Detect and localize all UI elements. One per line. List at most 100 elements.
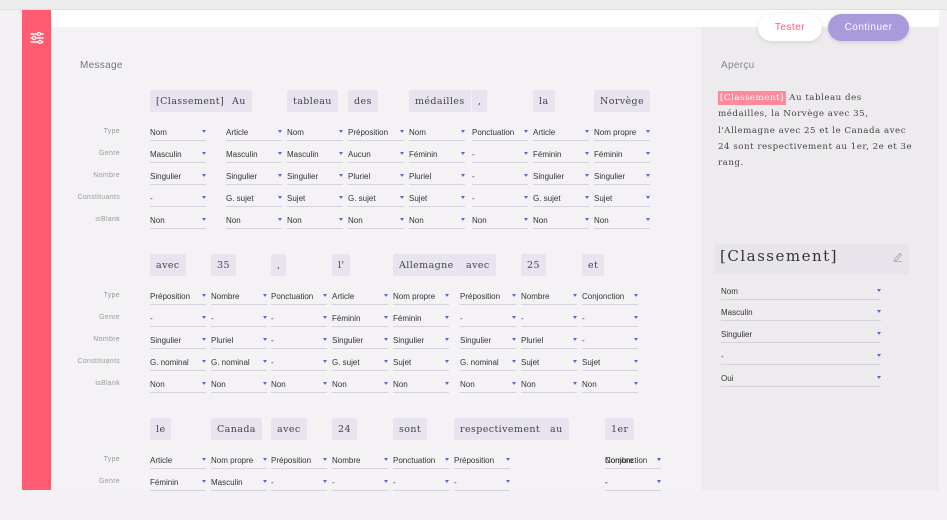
constituant-select[interactable]: G. sujet	[533, 191, 589, 207]
genre-select[interactable]: -	[605, 475, 661, 491]
constituant-select[interactable]: Sujet	[409, 191, 465, 207]
filter-menu-icon[interactable]	[30, 32, 44, 44]
isblank-select[interactable]: Non	[393, 377, 449, 393]
constituant-select[interactable]: G. sujet	[348, 191, 404, 207]
isblank-select[interactable]: Non	[271, 377, 327, 393]
genre-select[interactable]: -	[582, 311, 638, 327]
detail-select[interactable]: Masculin	[721, 305, 881, 321]
isblank-select[interactable]: Non	[460, 377, 516, 393]
constituant-select[interactable]: Sujet	[582, 355, 638, 371]
constituant-select[interactable]: G. nominal	[211, 355, 267, 371]
type-select[interactable]: Préposition	[348, 125, 404, 141]
word-chip[interactable]: Allemagne	[393, 254, 460, 276]
word-chip[interactable]: Au	[226, 90, 252, 112]
nombre-select[interactable]: Singulier	[533, 169, 589, 185]
genre-select[interactable]: Masculin	[150, 147, 206, 163]
nombre-select[interactable]: Pluriel	[409, 169, 465, 185]
type-select[interactable]: Conjonction	[582, 289, 638, 305]
isblank-select[interactable]: Non	[594, 213, 650, 229]
nombre-select[interactable]: Singulier	[150, 333, 206, 349]
nombre-select[interactable]: Pluriel	[521, 333, 577, 349]
word-chip[interactable]: [Classement]	[150, 90, 231, 112]
constituant-select[interactable]: -	[271, 355, 327, 371]
type-select[interactable]: Préposition	[460, 289, 516, 305]
genre-select[interactable]: Masculin	[226, 147, 282, 163]
type-select[interactable]: Ponctuation	[472, 125, 528, 141]
constituant-select[interactable]: -	[472, 191, 528, 207]
type-select[interactable]: Préposition	[150, 289, 206, 305]
constituant-select[interactable]: Sujet	[393, 355, 449, 371]
isblank-select[interactable]: Non	[211, 377, 267, 393]
type-select[interactable]: Article	[150, 453, 206, 469]
type-select[interactable]: Nom propre	[211, 453, 267, 469]
isblank-select[interactable]: Non	[409, 213, 465, 229]
constituant-select[interactable]: Sujet	[521, 355, 577, 371]
nombre-select[interactable]: -	[271, 333, 327, 349]
isblank-select[interactable]: Non	[472, 213, 528, 229]
detail-select[interactable]: Singulier	[721, 327, 881, 343]
word-chip[interactable]: des	[348, 90, 378, 112]
type-select[interactable]: Nom	[150, 125, 206, 141]
nombre-select[interactable]: Pluriel	[348, 169, 404, 185]
nombre-select[interactable]: Singulier	[150, 169, 206, 185]
constituant-select[interactable]: G. sujet	[226, 191, 282, 207]
isblank-select[interactable]: Non	[533, 213, 589, 229]
word-chip[interactable]: l'	[332, 254, 351, 276]
isblank-select[interactable]: Non	[582, 377, 638, 393]
detail-select[interactable]: Nom	[721, 284, 881, 300]
genre-select[interactable]: Féminin	[332, 311, 388, 327]
isblank-select[interactable]: Non	[348, 213, 404, 229]
type-select[interactable]: Article	[332, 289, 388, 305]
genre-select[interactable]: -	[150, 311, 206, 327]
type-select[interactable]: Article	[226, 125, 282, 141]
word-chip[interactable]: la	[533, 90, 555, 112]
constituant-select[interactable]: Sujet	[287, 191, 343, 207]
word-chip[interactable]: ,	[271, 254, 287, 276]
type-select[interactable]: Ponctuation	[271, 289, 327, 305]
word-chip[interactable]: 24	[332, 418, 357, 440]
type-select[interactable]: Nombre	[332, 453, 388, 469]
type-select[interactable]: Nom	[409, 125, 465, 141]
continuer-button[interactable]: Continuer	[828, 14, 909, 41]
type-select[interactable]: Article	[533, 125, 589, 141]
genre-select[interactable]: Féminin	[533, 147, 589, 163]
genre-select[interactable]: Féminin	[393, 311, 449, 327]
nombre-select[interactable]: -	[582, 333, 638, 349]
type-select[interactable]: Nom propre	[594, 125, 650, 141]
word-chip[interactable]: 1er	[605, 418, 635, 440]
genre-select[interactable]: -	[332, 475, 388, 491]
word-chip[interactable]: ,	[472, 90, 488, 112]
type-select[interactable]: Préposition	[271, 453, 327, 469]
genre-select[interactable]: -	[271, 475, 327, 491]
nombre-select[interactable]: Singulier	[393, 333, 449, 349]
nombre-select[interactable]: Singulier	[287, 169, 343, 185]
constituant-select[interactable]: G. sujet	[332, 355, 388, 371]
type-select[interactable]: Nom propre	[393, 289, 449, 305]
type-select[interactable]: Nom	[287, 125, 343, 141]
type-select[interactable]: Nombre	[211, 289, 267, 305]
nombre-select[interactable]: Singulier	[460, 333, 516, 349]
word-chip[interactable]: Norvège	[594, 90, 651, 112]
nombre-select[interactable]: Singulier	[594, 169, 650, 185]
detail-select[interactable]: -	[721, 349, 881, 365]
genre-select[interactable]: -	[521, 311, 577, 327]
nombre-select[interactable]: Pluriel	[211, 333, 267, 349]
type-select[interactable]: Nombre	[521, 289, 577, 305]
word-chip[interactable]: 35	[211, 254, 236, 276]
genre-select[interactable]: -	[460, 311, 516, 327]
nombre-select[interactable]: -	[472, 169, 528, 185]
detail-select[interactable]: Oui	[721, 371, 881, 387]
genre-select[interactable]: Féminin	[409, 147, 465, 163]
word-chip[interactable]: Canada	[211, 418, 262, 440]
genre-select[interactable]: -	[211, 311, 267, 327]
word-chip[interactable]: respectivement	[454, 418, 547, 440]
type-select[interactable]: Conjonction	[605, 453, 661, 469]
genre-select[interactable]: -	[271, 311, 327, 327]
word-chip[interactable]: le	[150, 418, 172, 440]
word-chip[interactable]: 25	[521, 254, 546, 276]
nombre-select[interactable]: Singulier	[226, 169, 282, 185]
genre-select[interactable]: Féminin	[150, 475, 206, 491]
word-chip[interactable]: avec	[271, 418, 307, 440]
nombre-select[interactable]: Singulier	[332, 333, 388, 349]
word-chip[interactable]: avec	[460, 254, 496, 276]
